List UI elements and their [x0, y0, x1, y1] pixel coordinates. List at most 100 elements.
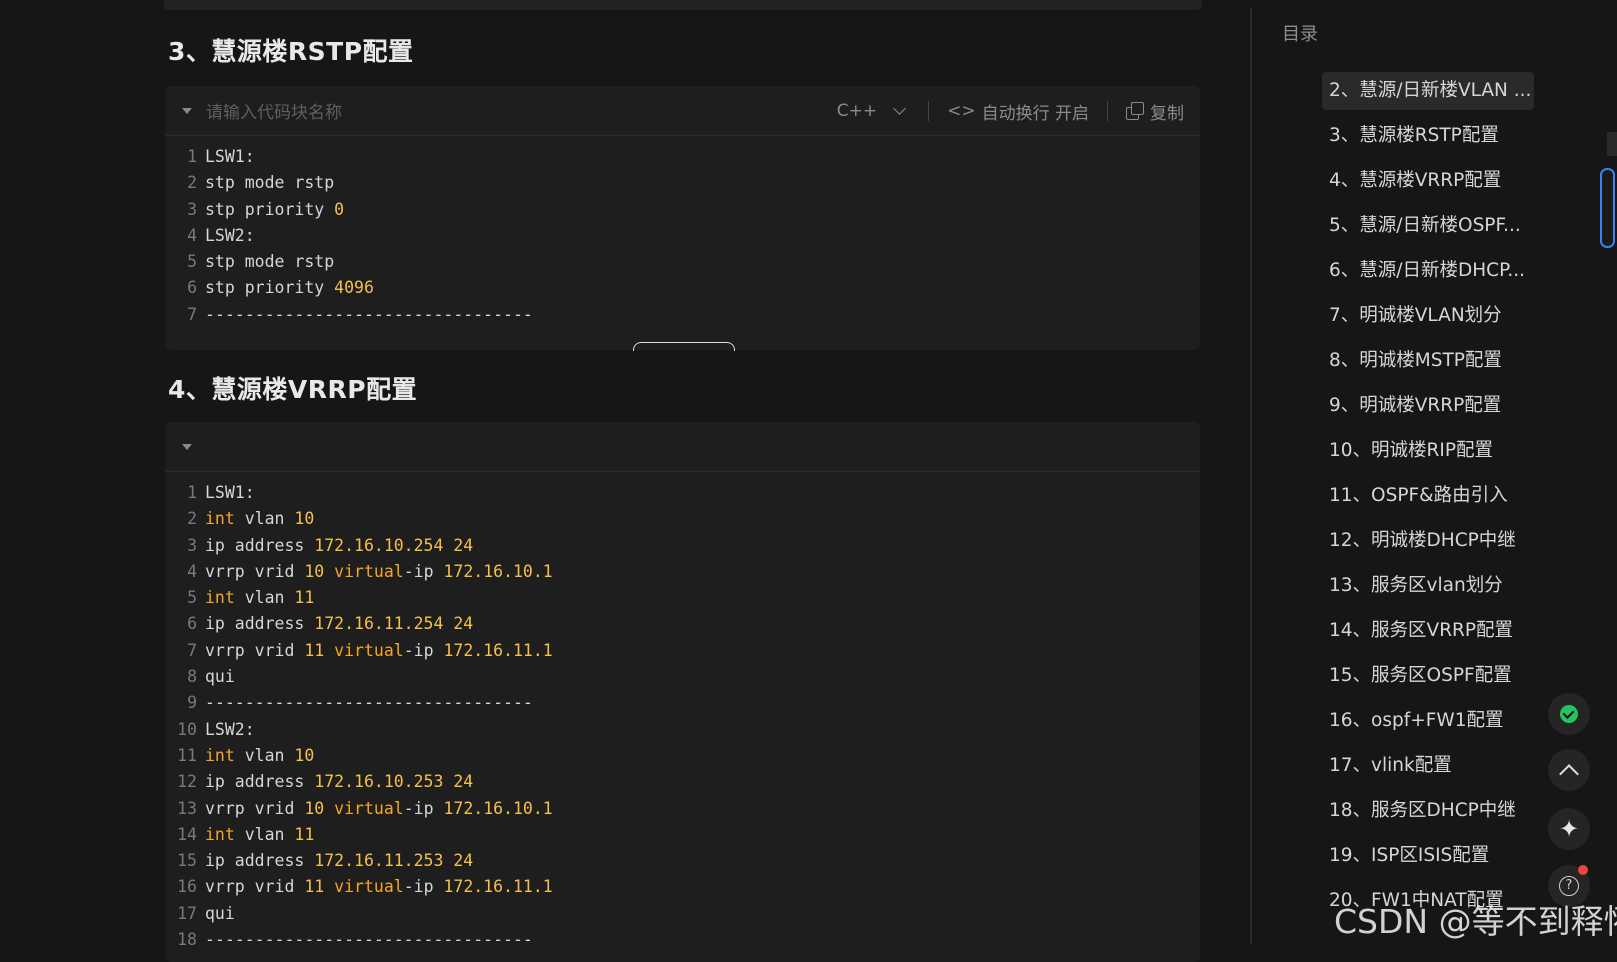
help-circle-icon: ?: [1559, 876, 1579, 896]
toc-item[interactable]: 14、服务区VRRP配置: [1322, 612, 1534, 650]
line-number: 12: [177, 772, 197, 792]
toc-item[interactable]: 11、OSPF&路由引入: [1322, 477, 1534, 515]
toc-item[interactable]: 7、明诚楼VLAN划分: [1322, 297, 1534, 335]
code-token: -ip: [403, 798, 444, 818]
code-token: -ip: [403, 561, 444, 581]
code-line: 3 ip address 172.16.10.254 24: [165, 533, 1200, 559]
code-text: ip address 172.16.11.254 24: [205, 611, 473, 637]
code-token: 10: [304, 561, 325, 581]
copy-button[interactable]: 复制: [1126, 99, 1184, 124]
code-token: int: [205, 824, 235, 844]
toc-item[interactable]: 13、服务区vlan划分: [1322, 567, 1534, 605]
code-line: 2 int vlan 10: [165, 506, 1200, 532]
code-token: vlan: [234, 588, 295, 608]
word-wrap-toggle[interactable]: <> 自动换行 开启: [947, 99, 1089, 124]
ai-assistant-button[interactable]: ✦: [1548, 808, 1590, 850]
code-token: 172.16.11.1: [443, 877, 553, 897]
code-token: ---------------------------------: [205, 930, 533, 950]
code-text: ip address 172.16.11.253 24: [205, 848, 473, 874]
code-line: 6 stp priority 4096: [165, 275, 1200, 301]
code-token: stp mode rstp: [205, 173, 335, 193]
code-token: vlan: [234, 509, 295, 529]
line-number: 9: [187, 693, 197, 713]
code-token: ip address: [205, 772, 315, 792]
code-token: -ip: [403, 640, 444, 660]
code-line: 1 LSW1:: [165, 144, 1200, 170]
code-block-name-input[interactable]: 请输入代码块名称: [206, 98, 342, 123]
code-text: vrrp vrid 10 virtual-ip 172.16.10.1: [205, 796, 553, 822]
code-line: 2 stp mode rstp: [165, 170, 1200, 196]
toc-item[interactable]: 2、慧源/日新楼VLAN ...: [1322, 72, 1534, 111]
code-text: vrrp vrid 11 virtual-ip 172.16.11.1: [205, 638, 553, 664]
toc-item[interactable]: 12、明诚楼DHCP中继: [1322, 522, 1534, 560]
toc-item[interactable]: 4、慧源楼VRRP配置: [1322, 162, 1534, 200]
toc-item[interactable]: 19、ISP区ISIS配置: [1322, 837, 1534, 875]
code-token: vrrp vrid: [205, 561, 305, 581]
line-number: 13: [177, 798, 197, 818]
toc-item[interactable]: 9、明诚楼VRRP配置: [1322, 387, 1534, 425]
toc-item[interactable]: 8、明诚楼MSTP配置: [1322, 342, 1534, 380]
code-lines: 1 LSW1: 2 stp mode rstp 3 stp priority 0 4 LSW2…: [165, 136, 1200, 340]
code-line: 15 ip address 172.16.11.253 24: [165, 848, 1200, 874]
code-token: ip address: [205, 535, 315, 555]
scrollbar-track-mark: [1607, 132, 1617, 156]
line-number: 11: [177, 745, 197, 765]
line-number: 4: [187, 561, 197, 581]
code-text: LSW2:: [205, 223, 255, 249]
language-select[interactable]: C++: [837, 101, 910, 121]
toc-title: 目录: [1282, 24, 1318, 45]
notification-dot: [1578, 865, 1588, 875]
toc-item[interactable]: 5、慧源/日新楼OSPF...: [1322, 207, 1534, 245]
toc-item[interactable]: 18、服务区DHCP中继: [1322, 792, 1534, 830]
toolbar-divider: [928, 101, 930, 121]
expand-code-handle[interactable]: [633, 342, 735, 351]
code-token: ---------------------------------: [205, 693, 533, 713]
code-token: LSW1:: [205, 147, 255, 166]
toc-item[interactable]: 17、vlink配置: [1322, 747, 1534, 785]
code-line: 9 ---------------------------------: [165, 690, 1200, 716]
line-number: 18: [177, 930, 197, 950]
toc-item[interactable]: 15、服务区OSPF配置: [1322, 657, 1534, 695]
code-block-header: 请输入代码块名称 C++ <> 自动换行 开启 复制: [165, 86, 1200, 136]
code-token: int: [205, 745, 235, 765]
copy-label: 复制: [1150, 103, 1184, 124]
code-text: stp mode rstp: [205, 170, 334, 196]
code-block-rstp: 请输入代码块名称 C++ <> 自动换行 开启 复制 1 LSW1: 2 stp mo…: [165, 86, 1200, 350]
code-token: 24: [453, 614, 474, 634]
code-text: ---------------------------------: [205, 927, 533, 953]
code-token: LSW2:: [205, 225, 255, 245]
code-token: virtual: [334, 640, 404, 660]
collapse-caret-icon[interactable]: [182, 443, 192, 450]
line-number: 6: [187, 614, 197, 634]
watermark: CSDN @等不到释怀: [1334, 902, 1617, 941]
toc-item[interactable]: 16、ospf+FW1配置: [1322, 702, 1534, 740]
code-line: 4 LSW2:: [165, 223, 1200, 249]
collapse-caret-icon[interactable]: [182, 107, 192, 114]
code-text: LSW2:: [205, 717, 255, 743]
code-token: 172.16.10.253: [314, 772, 444, 792]
code-line: 7 vrrp vrid 11 virtual-ip 172.16.11.1: [165, 638, 1200, 664]
toc-item[interactable]: 6、慧源/日新楼DHCP...: [1322, 252, 1534, 290]
line-number: 1: [187, 147, 197, 166]
code-line: 16 vrrp vrid 11 virtual-ip 172.16.11.1: [165, 874, 1200, 900]
line-number: 17: [177, 903, 197, 923]
code-token: int: [205, 509, 235, 529]
line-number: 14: [177, 824, 197, 844]
back-to-top-button[interactable]: [1548, 749, 1590, 791]
code-block-header: [165, 422, 1200, 472]
toc-item[interactable]: 3、慧源楼RSTP配置: [1322, 117, 1534, 155]
line-number: 3: [187, 535, 197, 555]
code-token: virtual: [334, 877, 404, 897]
scrollbar-thumb[interactable]: [1600, 168, 1615, 248]
code-line: 5 stp mode rstp: [165, 249, 1200, 275]
toc-item[interactable]: 10、明诚楼RIP配置: [1322, 432, 1534, 470]
code-line: 18 ---------------------------------: [165, 927, 1200, 953]
check-status-button[interactable]: [1548, 693, 1590, 735]
code-text: int vlan 11: [205, 822, 314, 848]
code-token: 10: [294, 745, 315, 765]
code-token: 0: [334, 199, 345, 219]
code-text: stp priority 0: [205, 197, 344, 223]
